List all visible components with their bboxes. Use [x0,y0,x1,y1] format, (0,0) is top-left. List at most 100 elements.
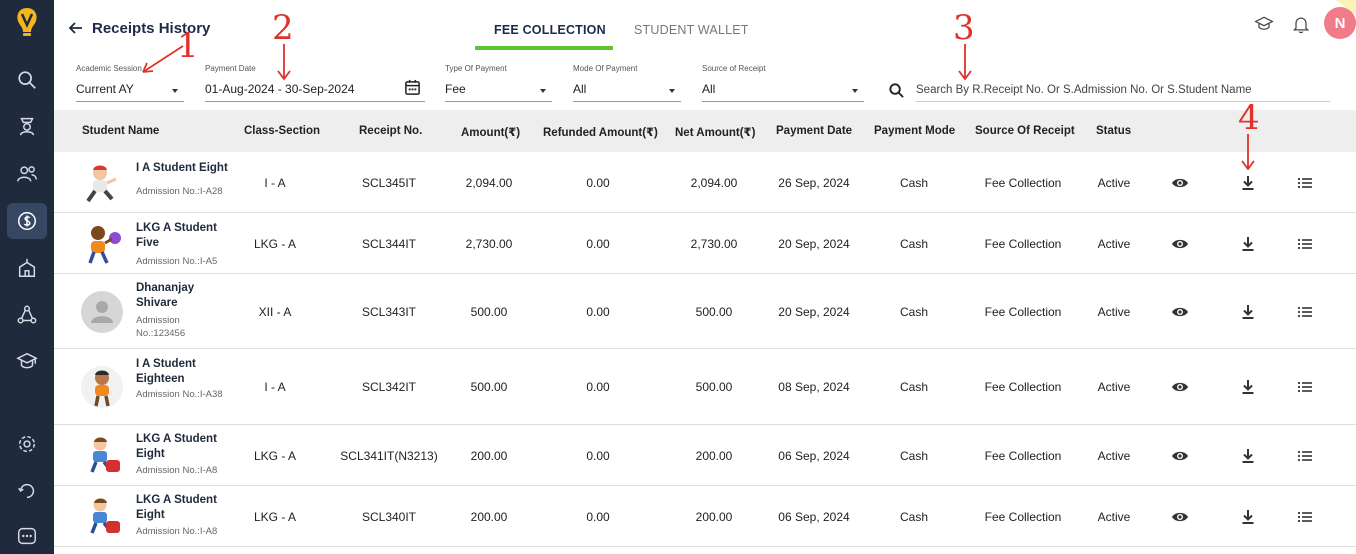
refunded-amount-cell: 0.00 [586,176,610,190]
sidebar-item-fees[interactable] [7,203,47,239]
admission-no: Admission No.:I-A8 [136,465,218,476]
refunded-amount-cell: 0.00 [586,305,610,319]
net-amount-cell: 500.00 [695,305,733,319]
sidebar-item-academics[interactable] [7,343,47,379]
payment-mode-cell: Cash [899,449,929,463]
view-eye-icon[interactable] [1171,303,1189,321]
source-of-receipt-filter[interactable]: Source of Receipt All [702,64,864,102]
view-eye-icon[interactable] [1171,174,1189,192]
payment-date-input[interactable]: 01-Aug-2024 - 30-Sep-2024 [205,76,425,102]
payment-date-cell: 06 Sep, 2024 [778,510,850,524]
bell-icon[interactable] [1291,14,1311,34]
list-menu-icon[interactable] [1296,303,1314,321]
annotation-arrow-icon [277,44,291,81]
payment-mode-cell: Cash [899,237,929,251]
list-menu-icon[interactable] [1296,174,1314,192]
download-icon[interactable] [1239,303,1257,321]
view-eye-icon[interactable] [1171,447,1189,465]
source-of-receipt-select[interactable]: All [702,76,864,102]
payment-date-cell: 26 Sep, 2024 [778,176,850,190]
calendar-icon[interactable] [404,79,421,96]
view-eye-icon[interactable] [1171,378,1189,396]
view-eye-icon[interactable] [1171,235,1189,253]
sidebar-item-settings[interactable] [7,426,47,462]
admission-no: Admission No.:I-A28 [136,186,223,197]
col-student-name: Student Name [82,125,160,137]
view-eye-icon[interactable] [1171,508,1189,526]
amount-cell: 500.00 [470,380,508,394]
network-icon [17,305,37,324]
student-name[interactable]: I A Student Eight [136,161,236,176]
net-amount-cell: 200.00 [695,449,733,463]
sidebar-item-chat[interactable] [7,518,47,554]
col-source-of-receipt: Source Of Receipt [975,125,1075,137]
sidebar-item-school[interactable] [7,250,47,286]
student-name[interactable]: LKG A Student Eight [136,432,236,462]
receipt-no-cell: SCL343IT [361,305,417,319]
table-row: I A Student Eight Admission No.:I-A28 I - … [54,152,1356,213]
download-icon[interactable] [1239,378,1257,396]
status-cell: Active [1097,176,1131,190]
source-of-receipt-cell: Fee Collection [984,176,1062,190]
search-icon[interactable] [888,82,905,99]
dollar-circle-icon [18,212,36,230]
download-icon[interactable] [1239,174,1257,192]
type-of-payment-value: Fee [445,82,466,96]
list-menu-icon[interactable] [1296,378,1314,396]
gear-icon [18,435,36,453]
mode-of-payment-select[interactable]: All [573,76,681,102]
student-icon [19,117,35,136]
col-payment-date: Payment Date [776,125,853,137]
student-name[interactable]: I A Student Eighteen [136,357,236,387]
receipt-no-cell: SCL342IT [361,380,417,394]
payment-date-cell: 20 Sep, 2024 [778,305,850,319]
payment-date-label: Payment Date [205,64,256,73]
list-menu-icon[interactable] [1296,235,1314,253]
refresh-icon [18,483,35,499]
graduation-cap-icon[interactable] [1254,14,1274,34]
sidebar-item-student[interactable] [7,108,47,144]
type-of-payment-select[interactable]: Fee [445,76,552,102]
sidebar-item-refresh[interactable] [7,473,47,509]
class-section-cell: LKG - A [253,510,297,524]
refunded-amount-cell: 0.00 [586,510,610,524]
source-of-receipt-cell: Fee Collection [984,237,1062,251]
class-section-cell: XII - A [258,305,292,319]
student-name[interactable]: Dhananjay Shivare [136,281,236,311]
back-arrow-icon[interactable] [68,20,84,36]
download-icon[interactable] [1239,235,1257,253]
academic-session-value: Current AY [76,82,134,96]
sidebar-item-search[interactable] [7,62,47,98]
tab-student-wallet[interactable]: STUDENT WALLET [634,23,749,37]
col-status: Status [1096,125,1132,137]
chevron-down-icon [172,89,178,93]
table-row: LKG A Student Eight Admission No.:I-A8 LKG… [54,425,1356,486]
student-avatar [81,223,123,265]
student-name[interactable]: LKG A Student Five [136,221,236,251]
sidebar-item-users[interactable] [7,156,47,192]
student-avatar [81,162,123,204]
amount-cell: 2,730.00 [465,237,513,251]
user-avatar[interactable]: N [1324,7,1356,39]
type-of-payment-filter[interactable]: Type Of Payment Fee [445,64,552,102]
list-menu-icon[interactable] [1296,508,1314,526]
class-section-cell: LKG - A [253,449,297,463]
mode-of-payment-value: All [573,82,587,96]
net-amount-cell: 200.00 [695,510,733,524]
download-icon[interactable] [1239,447,1257,465]
tab-fee-collection[interactable]: FEE COLLECTION [494,23,606,37]
app-logo[interactable] [13,6,41,38]
search-input[interactable] [916,78,1330,102]
annotation-arrow-icon [1241,134,1255,171]
amount-cell: 500.00 [470,305,508,319]
mode-of-payment-filter[interactable]: Mode Of Payment All [573,64,681,102]
amount-cell: 200.00 [470,449,508,463]
source-of-receipt-cell: Fee Collection [984,305,1062,319]
download-icon[interactable] [1239,508,1257,526]
payment-date-filter[interactable]: Payment Date 01-Aug-2024 - 30-Sep-2024 [205,64,425,102]
source-of-receipt-cell: Fee Collection [984,380,1062,394]
academic-session-select[interactable]: Current AY [76,76,184,102]
student-name[interactable]: LKG A Student Eight [136,493,236,523]
sidebar-item-network[interactable] [7,297,47,333]
list-menu-icon[interactable] [1296,447,1314,465]
